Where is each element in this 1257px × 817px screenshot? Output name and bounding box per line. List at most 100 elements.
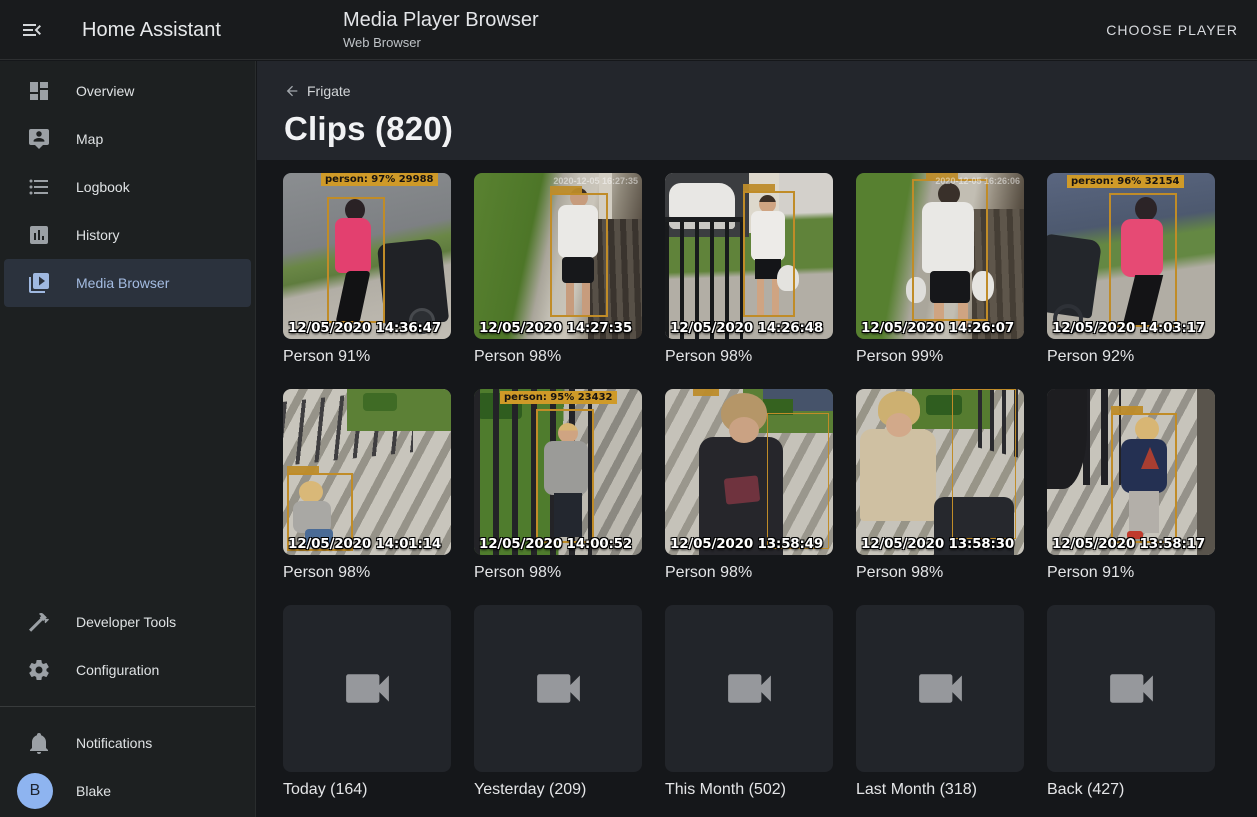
- folder-label: Back (427): [1047, 781, 1215, 799]
- video-icon: [1103, 660, 1160, 717]
- clip-card[interactable]: 12/05/2020 14:26:48 Person 98%: [665, 173, 833, 366]
- camera-osd-timestamp: 2020-12-05 16:26:06: [935, 176, 1020, 186]
- user-name: Blake: [76, 783, 111, 799]
- arrow-left-icon: [284, 83, 300, 99]
- detection-label: person: 97% 29988: [321, 173, 438, 186]
- scene-art: [729, 417, 759, 443]
- clip-card[interactable]: 12/05/2020 13:58:49 Person 98%: [665, 389, 833, 582]
- clip-thumbnail: 12/05/2020 13:58:49: [665, 389, 833, 555]
- folder-card-back[interactable]: Back (427): [1047, 605, 1215, 799]
- sidebar-item-configuration[interactable]: Configuration: [4, 646, 251, 694]
- detection-tag: [550, 186, 582, 193]
- folder-label: Last Month (318): [856, 781, 1024, 799]
- folder-label: This Month (502): [665, 781, 833, 799]
- clip-caption: Person 98%: [665, 348, 833, 366]
- folder-card-yesterday[interactable]: Yesterday (209): [474, 605, 642, 799]
- folder-thumbnail: [856, 605, 1024, 772]
- clip-card[interactable]: person: 96% 32154 12/05/2020 14:03:17 Pe…: [1047, 173, 1215, 366]
- clip-caption: Person 98%: [665, 564, 833, 582]
- sidebar-item-map[interactable]: Map: [4, 115, 251, 163]
- sidebar-item-media-browser[interactable]: Media Browser: [4, 259, 251, 307]
- sidebar-item-user[interactable]: B Blake: [4, 767, 251, 815]
- sidebar-title: Home Assistant: [82, 0, 221, 60]
- detection-tag: [743, 184, 775, 191]
- menu-open-icon[interactable]: [20, 18, 44, 42]
- clip-caption: Person 92%: [1047, 348, 1215, 366]
- folder-card-last-month[interactable]: Last Month (318): [856, 605, 1024, 799]
- scene-art: [1197, 389, 1215, 555]
- folder-card-today[interactable]: Today (164): [283, 605, 451, 799]
- scene-art: [724, 475, 761, 504]
- detection-box: [743, 191, 795, 317]
- detection-box: [327, 197, 385, 323]
- clip-thumbnail: person: 97% 29988 12/05/2020 14:36:47: [283, 173, 451, 339]
- sidebar-item-developer-tools[interactable]: Developer Tools: [4, 598, 251, 646]
- clip-timestamp: 12/05/2020 14:03:17: [1052, 320, 1205, 336]
- clip-card[interactable]: 12/05/2020 13:58:30 Person 98%: [856, 389, 1024, 582]
- detection-box: [550, 193, 608, 317]
- clip-card[interactable]: 12/05/2020 13:58:17 Person 91%: [1047, 389, 1215, 582]
- clip-timestamp: 12/05/2020 14:01:14: [288, 536, 441, 552]
- detection-box: [1109, 193, 1177, 327]
- clip-timestamp: 12/05/2020 13:58:17: [1052, 536, 1205, 552]
- clip-caption: Person 98%: [283, 564, 451, 582]
- gear-icon: [27, 658, 51, 682]
- clip-caption: Person 98%: [474, 564, 642, 582]
- breadcrumb-label: Frigate: [307, 83, 351, 99]
- folder-thumbnail: [283, 605, 451, 772]
- page-title: Clips (820): [284, 110, 1257, 148]
- panel-subtitle: Web Browser: [343, 35, 539, 50]
- clip-card[interactable]: 2020-12-05 16:26:06 12/05/2020 14:26:07 …: [856, 173, 1024, 366]
- sidebar-item-logbook[interactable]: Logbook: [4, 163, 251, 211]
- media-grid: person: 97% 29988 12/05/2020 14:36:47 Pe…: [257, 160, 1257, 799]
- sidebar-item-label: Overview: [76, 83, 134, 99]
- clip-thumbnail: 12/05/2020 13:58:30: [856, 389, 1024, 555]
- choose-player-button[interactable]: CHOOSE PLAYER: [1106, 0, 1238, 60]
- clip-card[interactable]: person: 95% 23432 12/05/2020 14:00:52 Pe…: [474, 389, 642, 582]
- bell-icon: [27, 731, 51, 755]
- detection-tag: [693, 389, 719, 396]
- chart-box-icon: [27, 223, 51, 247]
- video-icon: [912, 660, 969, 717]
- breadcrumb-back[interactable]: Frigate: [284, 83, 351, 99]
- video-icon: [530, 660, 587, 717]
- folder-thumbnail: [474, 605, 642, 772]
- folder-thumbnail: [1047, 605, 1215, 772]
- clip-caption: Person 98%: [856, 564, 1024, 582]
- clip-thumbnail: 12/05/2020 13:58:17: [1047, 389, 1215, 555]
- clip-caption: Person 98%: [474, 348, 642, 366]
- sidebar-item-label: Configuration: [76, 662, 159, 678]
- video-icon: [339, 660, 396, 717]
- detection-tag: [1111, 406, 1143, 413]
- folder-label: Today (164): [283, 781, 451, 799]
- avatar: B: [17, 773, 53, 809]
- clip-timestamp: 12/05/2020 14:26:48: [670, 320, 823, 336]
- folder-thumbnail: [665, 605, 833, 772]
- clip-card[interactable]: person: 97% 29988 12/05/2020 14:36:47 Pe…: [283, 173, 451, 366]
- sidebar-item-history[interactable]: History: [4, 211, 251, 259]
- clip-timestamp: 12/05/2020 13:58:30: [861, 536, 1014, 552]
- clip-thumbnail: person: 96% 32154 12/05/2020 14:03:17: [1047, 173, 1215, 339]
- play-box-multiple-icon: [27, 271, 51, 295]
- clip-caption: Person 91%: [283, 348, 451, 366]
- panel-title: Media Player Browser: [343, 9, 539, 32]
- clip-caption: Person 99%: [856, 348, 1024, 366]
- clip-timestamp: 12/05/2020 14:26:07: [861, 320, 1014, 336]
- clip-caption: Person 91%: [1047, 564, 1215, 582]
- media-browser-panel: Frigate Clips (820) person: 97% 29988 12…: [257, 61, 1257, 817]
- video-icon: [721, 660, 778, 717]
- detection-tag: [287, 466, 319, 473]
- clip-thumbnail: person: 95% 23432 12/05/2020 14:00:52: [474, 389, 642, 555]
- sidebar-item-notifications[interactable]: Notifications: [4, 719, 251, 767]
- clip-card[interactable]: 2020-12-05 16:27:35 12/05/2020 14:27:35 …: [474, 173, 642, 366]
- view-dashboard-icon: [27, 79, 51, 103]
- hammer-icon: [27, 610, 51, 634]
- folder-card-this-month[interactable]: This Month (502): [665, 605, 833, 799]
- sidebar-item-overview[interactable]: Overview: [4, 67, 251, 115]
- sidebar-item-label: Logbook: [76, 179, 130, 195]
- sidebar: Overview Map Logbook History Media Brows…: [0, 61, 256, 817]
- clip-card[interactable]: 12/05/2020 14:01:14 Person 98%: [283, 389, 451, 582]
- content-header: Frigate Clips (820): [257, 61, 1257, 160]
- clip-thumbnail: 2020-12-05 16:26:06 12/05/2020 14:26:07: [856, 173, 1024, 339]
- detection-box: [1111, 413, 1177, 543]
